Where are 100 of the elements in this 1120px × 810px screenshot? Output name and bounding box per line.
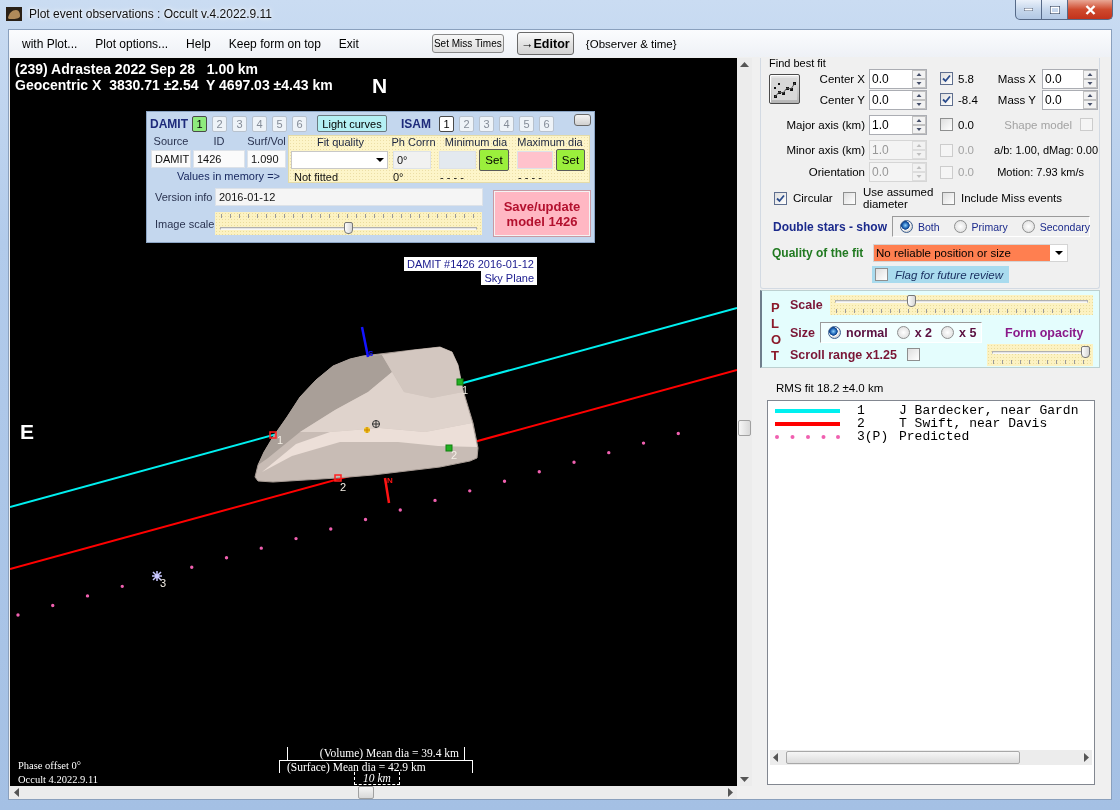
spinner-arrows-icon[interactable] <box>912 115 926 134</box>
checkbox-icon[interactable] <box>940 118 953 131</box>
rms-fit-text: RMS fit 18.2 ±4.0 km <box>775 382 885 394</box>
scale-slider[interactable] <box>830 295 1093 315</box>
memory-value: - - - - <box>517 172 543 183</box>
scrollbar-thumb[interactable] <box>738 420 751 436</box>
menu-item[interactable]: Keep form on top <box>219 34 330 53</box>
observer-name: T Swift, near Davis <box>899 417 1049 430</box>
major-axis-field[interactable]: 1.0 <box>869 114 927 135</box>
radio-button-icon[interactable] <box>828 326 841 339</box>
scroll-left-arrow-icon[interactable] <box>773 753 778 762</box>
mass-x-field[interactable]: 0.0 <box>1042 68 1098 89</box>
menu-item[interactable]: with Plot... <box>13 34 87 53</box>
flag-review-checkbox[interactable]: Flag for future review <box>872 266 1009 283</box>
id-field[interactable]: 1426 <box>193 150 245 168</box>
checkbox-icon[interactable] <box>940 72 953 85</box>
chord-number-label: 1 <box>462 384 469 396</box>
scrollbar-thumb[interactable] <box>358 786 374 799</box>
fit-quality-label: Fit quality <box>315 136 366 148</box>
source-field[interactable]: DAMIT <box>151 150 191 168</box>
spinner-arrows-icon[interactable] <box>1083 90 1097 109</box>
slider-thumb[interactable] <box>344 222 353 234</box>
center-y-field[interactable]: 0.0 <box>869 89 927 110</box>
center-x-field[interactable]: 0.0 <box>869 68 927 89</box>
checkbox-icon[interactable] <box>843 191 856 205</box>
radio-button-icon[interactable] <box>941 326 955 339</box>
save-update-model-button[interactable]: Save/update model 1426 <box>494 191 590 236</box>
radio-button-icon[interactable] <box>953 220 967 233</box>
checkbox-icon[interactable] <box>907 348 920 361</box>
option-checkbox[interactable]: Circular <box>774 191 843 205</box>
best-fit-button[interactable] <box>769 74 800 104</box>
square-marker-icon <box>334 474 342 482</box>
option-checkbox[interactable]: Use assumed diameter <box>843 186 942 210</box>
light-curves-button[interactable]: Light curves <box>317 115 387 132</box>
star-radio-option[interactable]: Primary <box>953 220 1008 233</box>
dropdown-arrow-icon[interactable] <box>376 158 384 162</box>
ph-corrn-field[interactable]: 0° <box>393 151 431 169</box>
radio-button-icon[interactable] <box>896 326 910 339</box>
dropdown-arrow-icon[interactable] <box>1054 251 1063 255</box>
model-number-button[interactable]: 1 <box>439 115 454 132</box>
maximum-dia-field[interactable] <box>517 151 553 169</box>
star-radio-option[interactable]: Secondary <box>1021 220 1090 233</box>
spinner-arrows-icon[interactable] <box>1083 69 1097 88</box>
minimum-dia-label: Minimum dia <box>443 136 509 148</box>
scroll-range-checkbox[interactable]: Scroll range x1.25 <box>790 347 920 362</box>
scrollbar-thumb[interactable] <box>786 751 1020 764</box>
checkbox-icon[interactable] <box>875 268 888 281</box>
set-button[interactable]: Set <box>479 149 509 171</box>
maximize-button[interactable] <box>1041 0 1068 20</box>
checkbox-icon[interactable] <box>940 93 953 106</box>
model-number-button[interactable]: 1 <box>192 115 207 132</box>
close-button[interactable] <box>1067 0 1113 20</box>
phase-offset-label: Phase offset 0° <box>18 760 81 772</box>
surf-vol-field[interactable]: 1.090 <box>247 150 286 168</box>
menu-item[interactable]: Exit <box>329 34 368 53</box>
fit-checkbox[interactable]: 0.0 <box>940 118 974 131</box>
menu-item[interactable]: Plot options... <box>86 34 178 53</box>
fit-checkbox[interactable]: 5.8 <box>940 72 974 85</box>
slider-thumb[interactable] <box>906 295 916 307</box>
spinner-arrows-icon[interactable] <box>912 69 926 88</box>
view-caption: Sky Plane <box>481 271 537 285</box>
checkbox-icon[interactable] <box>774 191 787 205</box>
star-radio-option[interactable]: Both <box>900 220 940 233</box>
slider-thumb[interactable] <box>1080 345 1090 358</box>
quality-label: Quality of the fit <box>772 246 865 260</box>
size-radio-option[interactable]: normal <box>828 325 888 340</box>
scroll-up-arrow-icon[interactable] <box>740 62 749 67</box>
mass-y-field[interactable]: 0.0 <box>1042 89 1098 110</box>
scroll-right-arrow-icon[interactable] <box>1084 753 1089 762</box>
set-miss-times-button[interactable]: Set Miss Times <box>431 34 504 53</box>
spinner-arrows-icon[interactable] <box>912 90 926 109</box>
image-scale-slider[interactable] <box>215 212 482 235</box>
quality-dropdown[interactable]: No reliable position or size <box>873 244 1068 262</box>
scroll-down-arrow-icon[interactable] <box>740 777 749 782</box>
scroll-left-arrow-icon[interactable] <box>14 788 19 797</box>
plus-marker-icon <box>363 426 371 434</box>
checkbox-icon[interactable] <box>942 191 955 205</box>
size-radio-option[interactable]: x 2 <box>896 325 933 340</box>
source-label: Source <box>152 135 190 148</box>
form-opacity-label: Form opacity <box>1005 325 1084 340</box>
version-info-field[interactable]: 2016-01-12 <box>215 188 483 206</box>
form-opacity-slider[interactable] <box>987 343 1093 366</box>
menu-item[interactable]: Help <box>177 34 220 53</box>
field-label: Center Y <box>819 93 865 106</box>
set-button[interactable]: Set <box>555 149 585 171</box>
version-label: Occult 4.2022.9.11 <box>18 774 99 786</box>
small-blank-button[interactable] <box>574 114 591 126</box>
option-checkbox[interactable]: Include Miss events <box>942 191 1062 205</box>
field-label: Center X <box>819 72 865 85</box>
minimum-dia-field[interactable] <box>439 151 476 169</box>
scroll-right-arrow-icon[interactable] <box>728 788 733 797</box>
editor-button[interactable]: →Editor <box>516 32 574 55</box>
group-title: Find best fit <box>769 58 827 69</box>
radio-button-icon[interactable] <box>1021 220 1035 233</box>
radio-button-icon[interactable] <box>900 220 913 233</box>
maximize-icon <box>1049 5 1060 14</box>
minimize-button[interactable] <box>1015 0 1042 20</box>
ratio-text: a/b: 1.00, dMag: 0.00 <box>994 144 1098 156</box>
size-radio-option[interactable]: x 5 <box>941 325 977 340</box>
fit-checkbox[interactable]: -8.4 <box>940 93 978 106</box>
